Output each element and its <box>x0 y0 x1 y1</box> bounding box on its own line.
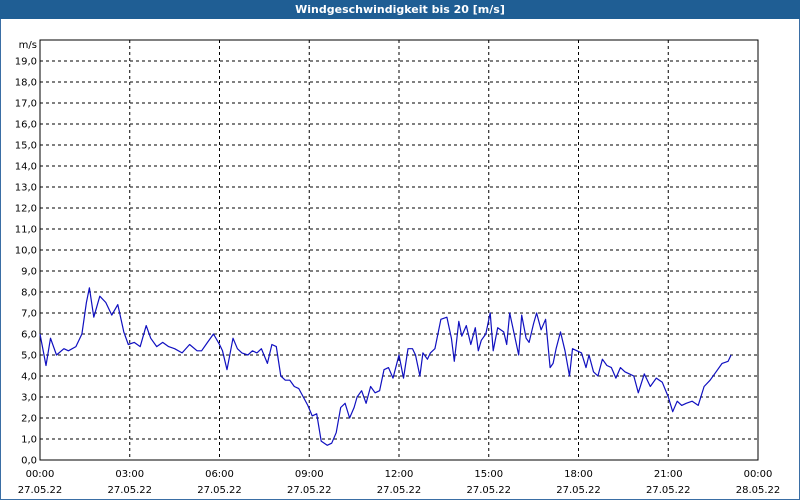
y-tick-label: 4,0 <box>21 372 37 383</box>
x-tick-date: 27.05.22 <box>466 485 511 496</box>
x-tick-time: 15:00 <box>474 469 503 480</box>
x-tick-time: 03:00 <box>115 469 144 480</box>
x-tick-date: 27.05.22 <box>556 485 601 496</box>
y-tick-label: 11,0 <box>15 225 37 236</box>
y-tick-label: 6,0 <box>21 330 37 341</box>
x-tick-date: 27.05.22 <box>107 485 152 496</box>
y-tick-label: 18,0 <box>15 78 37 89</box>
x-tick-date: 28.05.22 <box>736 485 781 496</box>
y-tick-label: 7,0 <box>21 309 37 320</box>
y-tick-label: 13,0 <box>15 183 37 194</box>
x-tick-date: 27.05.22 <box>287 485 332 496</box>
x-tick-time: 09:00 <box>295 469 324 480</box>
y-tick-label: 19,0 <box>15 57 37 68</box>
x-tick-time: 12:00 <box>385 469 414 480</box>
x-tick-date: 27.05.22 <box>646 485 691 496</box>
x-tick-time: 00:00 <box>744 469 773 480</box>
chart-title: Windgeschwindigkeit bis 20 [m/s] <box>0 0 800 19</box>
y-tick-label: 10,0 <box>15 246 37 257</box>
y-axis-unit: m/s <box>19 40 37 51</box>
y-tick-label: 8,0 <box>21 288 37 299</box>
x-tick-time: 18:00 <box>564 469 593 480</box>
grid-layer <box>40 40 758 460</box>
y-tick-label: 17,0 <box>15 99 37 110</box>
x-tick-time: 00:00 <box>26 469 55 480</box>
x-tick-date: 27.05.22 <box>377 485 422 496</box>
y-tick-label: 5,0 <box>21 351 37 362</box>
y-tick-label: 3,0 <box>21 393 37 404</box>
x-tick-time: 21:00 <box>654 469 683 480</box>
y-tick-label: 14,0 <box>15 162 37 173</box>
y-tick-label: 12,0 <box>15 204 37 215</box>
series-layer <box>39 287 732 446</box>
x-tick-date: 27.05.22 <box>197 485 242 496</box>
wind-speed-chart: 0,0 1,0 2,0 3,0 4,0 5,0 6,0 7,0 8,0 9,0 10,0 11,0 12… <box>15 39 781 496</box>
y-tick-label: 15,0 <box>15 141 37 152</box>
y-tick-label: 9,0 <box>21 267 37 278</box>
x-tick-time: 06:00 <box>205 469 234 480</box>
y-tick-label: 2,0 <box>21 414 37 425</box>
y-tick-label: 0,0 <box>21 456 37 467</box>
y-tick-label: 16,0 <box>15 120 37 131</box>
x-tick-date: 27.05.22 <box>18 485 63 496</box>
y-tick-label: 1,0 <box>21 435 37 446</box>
wind-speed-line <box>39 287 732 446</box>
